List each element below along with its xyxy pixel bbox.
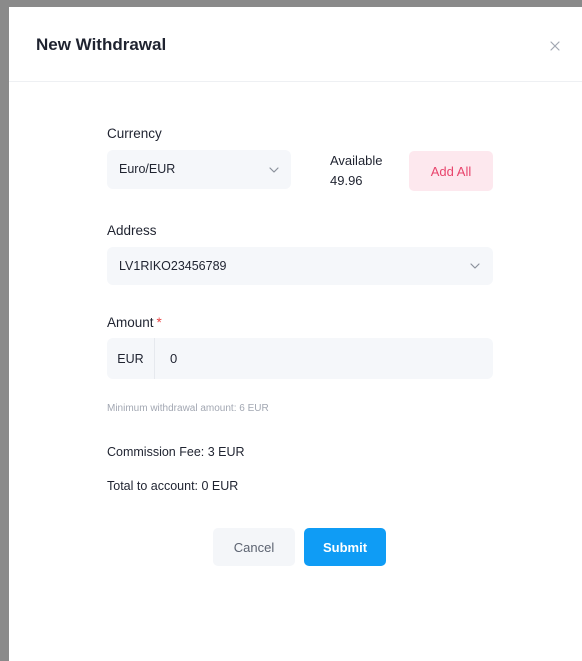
modal-header: New Withdrawal	[9, 7, 582, 82]
currency-selected-value: Euro/EUR	[119, 162, 176, 176]
total-to-account-text: Total to account: 0 EUR	[107, 479, 239, 493]
commission-fee-text: Commission Fee: 3 EUR	[107, 445, 245, 459]
amount-currency-prefix: EUR	[107, 338, 155, 379]
address-label: Address	[107, 223, 157, 238]
modal-title: New Withdrawal	[36, 35, 167, 54]
required-marker: *	[156, 315, 162, 330]
available-label: Available	[330, 153, 383, 168]
chevron-down-icon	[470, 263, 480, 269]
amount-label: Amount *	[107, 315, 162, 330]
address-selected-value: LV1RIKO23456789	[119, 259, 227, 273]
available-balance: 49.96	[330, 173, 363, 188]
add-all-button[interactable]: Add All	[409, 151, 493, 191]
chevron-down-icon	[269, 167, 279, 173]
withdrawal-modal: New Withdrawal Currency Euro/EUR Availab…	[9, 7, 582, 661]
close-button[interactable]	[548, 39, 562, 53]
currency-label: Currency	[107, 126, 162, 141]
minimum-amount-hint: Minimum withdrawal amount: 6 EUR	[107, 403, 269, 414]
close-icon	[550, 41, 560, 51]
amount-label-text: Amount	[107, 315, 154, 330]
submit-button[interactable]: Submit	[304, 528, 386, 566]
currency-select[interactable]: Euro/EUR	[107, 150, 291, 189]
address-select[interactable]: LV1RIKO23456789	[107, 247, 493, 285]
amount-input[interactable]	[159, 338, 489, 379]
cancel-button[interactable]: Cancel	[213, 528, 295, 566]
amount-input-group: EUR	[107, 338, 493, 379]
